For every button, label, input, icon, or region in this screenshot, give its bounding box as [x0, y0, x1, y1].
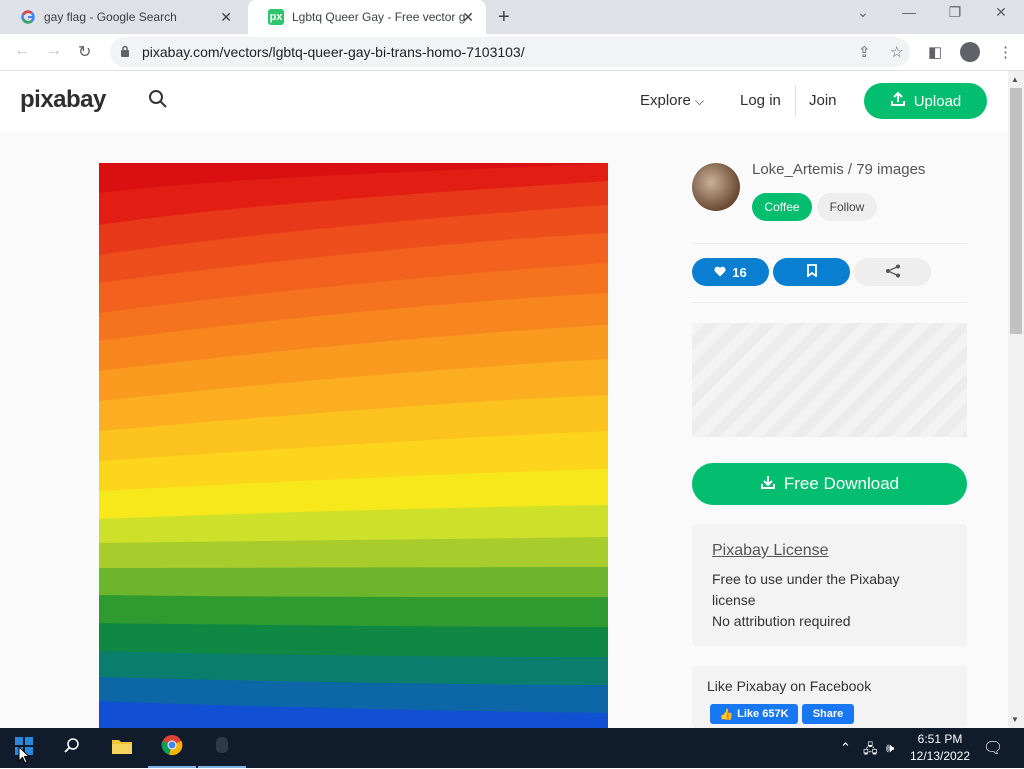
license-link[interactable]: Pixabay License	[712, 542, 829, 560]
new-tab-button[interactable]: +	[498, 6, 510, 29]
taskbar-clock[interactable]: 6:51 PM 12/13/2022	[904, 731, 976, 765]
bookmark-star-icon[interactable]: ☆	[890, 43, 903, 61]
license-text: Free to use under the Pixabay	[712, 571, 900, 587]
volume-icon[interactable]: 🕪	[886, 740, 894, 756]
forward-arrow-icon[interactable]: →	[46, 42, 62, 60]
network-icon[interactable]: 🖧	[863, 740, 878, 762]
share-button[interactable]	[854, 258, 931, 286]
chevron-up-icon[interactable]: ⌃	[840, 740, 851, 756]
profile-icon[interactable]	[960, 42, 980, 62]
google-icon	[20, 9, 36, 25]
bookmark-button[interactable]	[773, 258, 850, 286]
nav-divider	[795, 85, 796, 117]
tab-title: Lgbtq Queer Gay - Free vector g	[292, 10, 466, 24]
license-text: No attribution required	[712, 613, 851, 629]
rainbow-flag-image[interactable]	[99, 163, 608, 728]
tab-close-icon[interactable]: ✕	[462, 9, 474, 26]
site-header: pixabay Explore ⌵ Log in Join Upload	[0, 71, 1008, 132]
share-page-icon[interactable]: ⇪	[858, 43, 871, 61]
thumbs-up-icon: 👍	[719, 708, 734, 721]
share-icon	[885, 264, 901, 281]
upload-label: Upload	[913, 92, 962, 110]
chevron-down-icon: ⌵	[695, 94, 705, 108]
minimize-button[interactable]: —	[886, 4, 932, 20]
menu-kebab-icon[interactable]: ⋮	[998, 43, 1013, 61]
folder-icon	[111, 737, 133, 760]
app-icon	[214, 735, 230, 760]
close-window-button[interactable]: ✕	[978, 4, 1024, 21]
address-bar[interactable]: pixabay.com/vectors/lgbtq-queer-gay-bi-t…	[110, 37, 910, 67]
login-link[interactable]: Log in	[740, 92, 781, 109]
upload-button[interactable]: Upload	[864, 83, 987, 119]
like-count: 16	[732, 264, 747, 280]
coffee-button[interactable]: Coffee	[752, 193, 812, 221]
pixabay-page: pixabay Explore ⌵ Log in Join Upload Lok…	[0, 71, 1008, 728]
notifications-icon[interactable]: 🗨	[983, 738, 1003, 758]
avatar[interactable]	[692, 163, 740, 211]
free-download-button[interactable]: Free Download	[692, 463, 967, 505]
clock-date: 12/13/2022	[909, 749, 971, 763]
author-name[interactable]: Loke_Artemis / 79 images	[752, 161, 925, 178]
chrome-taskbar-button[interactable]	[148, 728, 196, 768]
divider	[692, 302, 967, 303]
pixabay-logo[interactable]: pixabay	[20, 86, 106, 114]
join-link[interactable]: Join	[809, 92, 837, 109]
tab-pixabay[interactable]: px Lgbtq Queer Gay - Free vector g ✕	[248, 0, 486, 34]
taskbar-search-button[interactable]	[48, 728, 96, 768]
lock-icon	[120, 45, 136, 60]
explore-label: Explore	[640, 92, 691, 109]
url-text: pixabay.com/vectors/lgbtq-queer-gay-bi-t…	[142, 44, 525, 60]
mouse-cursor-icon	[18, 745, 31, 769]
browser-tab-strip: gay flag - Google Search ✕ px Lgbtq Quee…	[0, 0, 1024, 34]
tab-title: gay flag - Google Search	[44, 10, 177, 24]
download-label: Free Download	[783, 474, 900, 493]
facebook-like-label: Like 657K	[737, 708, 789, 720]
scroll-up-icon[interactable]: ▲	[1011, 75, 1019, 84]
download-icon	[760, 474, 776, 495]
tab-close-icon[interactable]: ✕	[220, 9, 232, 26]
heart-icon	[714, 265, 726, 280]
search-icon	[63, 737, 81, 760]
clock-time: 6:51 PM	[917, 732, 963, 746]
windows-taskbar: ⌃ 🖧 🕪 6:51 PM 12/13/2022 🗨	[0, 728, 1024, 768]
follow-button[interactable]: Follow	[817, 193, 877, 221]
divider	[692, 243, 967, 244]
chrome-icon	[161, 734, 183, 761]
pixabay-px-icon: px	[268, 9, 284, 25]
bookmark-icon	[806, 264, 817, 280]
side-panel-icon[interactable]: ◧	[928, 43, 942, 61]
restore-button[interactable]: ❐	[932, 4, 978, 21]
facebook-box: Like Pixabay on Facebook 👍 Like 657K Sha…	[692, 666, 967, 728]
file-explorer-button[interactable]	[98, 728, 146, 768]
license-box: Pixabay License Free to use under the Pi…	[692, 524, 967, 646]
app-taskbar-button[interactable]	[198, 728, 246, 768]
explore-menu[interactable]: Explore ⌵	[640, 92, 704, 109]
ad-placeholder	[692, 323, 967, 437]
facebook-share-button[interactable]: Share	[802, 704, 854, 724]
page-scrollbar[interactable]: ▲ ▼	[1008, 71, 1024, 728]
license-text: license	[712, 592, 756, 608]
browser-toolbar: ← → ↻ pixabay.com/vectors/lgbtq-queer-ga…	[0, 34, 1024, 71]
scroll-thumb[interactable]	[1010, 88, 1022, 334]
reload-icon[interactable]: ↻	[78, 42, 91, 62]
search-icon[interactable]	[148, 89, 168, 114]
scroll-down-icon[interactable]: ▼	[1011, 715, 1019, 724]
tab-google-search[interactable]: gay flag - Google Search ✕	[0, 0, 244, 34]
facebook-title: Like Pixabay on Facebook	[707, 678, 872, 694]
tab-search-chevron-icon[interactable]: ⌄	[840, 4, 886, 21]
like-button[interactable]: 16	[692, 258, 769, 286]
back-arrow-icon[interactable]: ←	[14, 42, 30, 60]
upload-icon	[890, 91, 906, 111]
facebook-like-button[interactable]: 👍 Like 657K	[710, 704, 798, 724]
